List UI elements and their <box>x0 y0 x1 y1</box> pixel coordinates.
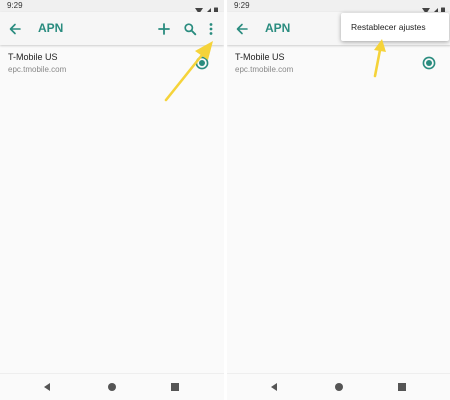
nav-home-icon[interactable] <box>334 382 344 392</box>
annotation-arrow <box>373 39 386 78</box>
nav-back-icon[interactable] <box>42 382 52 392</box>
nav-recents-icon[interactable] <box>397 382 407 392</box>
apn-name: T-Mobile US <box>235 52 285 62</box>
status-time: 9:29 <box>234 1 250 10</box>
nav-bar <box>0 373 224 400</box>
back-arrow-icon[interactable] <box>235 22 249 36</box>
more-vert-icon[interactable] <box>206 22 216 36</box>
screen-left: 9:29 APN T-Mobile US epc.tmobile.com <box>0 0 224 400</box>
nav-home-icon[interactable] <box>107 382 117 392</box>
radio-selected-icon[interactable] <box>422 56 436 70</box>
nav-back-icon[interactable] <box>269 382 279 392</box>
back-arrow-icon[interactable] <box>8 22 22 36</box>
nav-recents-icon[interactable] <box>170 382 180 392</box>
page-title: APN <box>38 21 64 35</box>
status-time: 9:29 <box>7 1 23 10</box>
status-bar: 9:29 <box>227 0 450 15</box>
menu-item-label: Restablecer ajustes <box>351 22 426 32</box>
nav-bar <box>227 373 450 400</box>
plus-icon[interactable] <box>157 22 171 36</box>
screen-right: 9:29 APN T-Mobile US epc.tmobile.com Res… <box>227 0 450 400</box>
apn-name: T-Mobile US <box>8 52 58 62</box>
overflow-menu: Restablecer ajustes <box>341 13 449 41</box>
apn-value: epc.tmobile.com <box>8 65 67 74</box>
apn-list-item[interactable]: T-Mobile US epc.tmobile.com <box>227 49 450 81</box>
apn-value: epc.tmobile.com <box>235 65 294 74</box>
search-icon[interactable] <box>183 22 197 36</box>
page-title: APN <box>265 21 291 35</box>
menu-item-reset-settings[interactable]: Restablecer ajustes <box>341 13 449 41</box>
status-bar: 9:29 <box>0 0 224 15</box>
annotation-arrow <box>164 41 213 102</box>
